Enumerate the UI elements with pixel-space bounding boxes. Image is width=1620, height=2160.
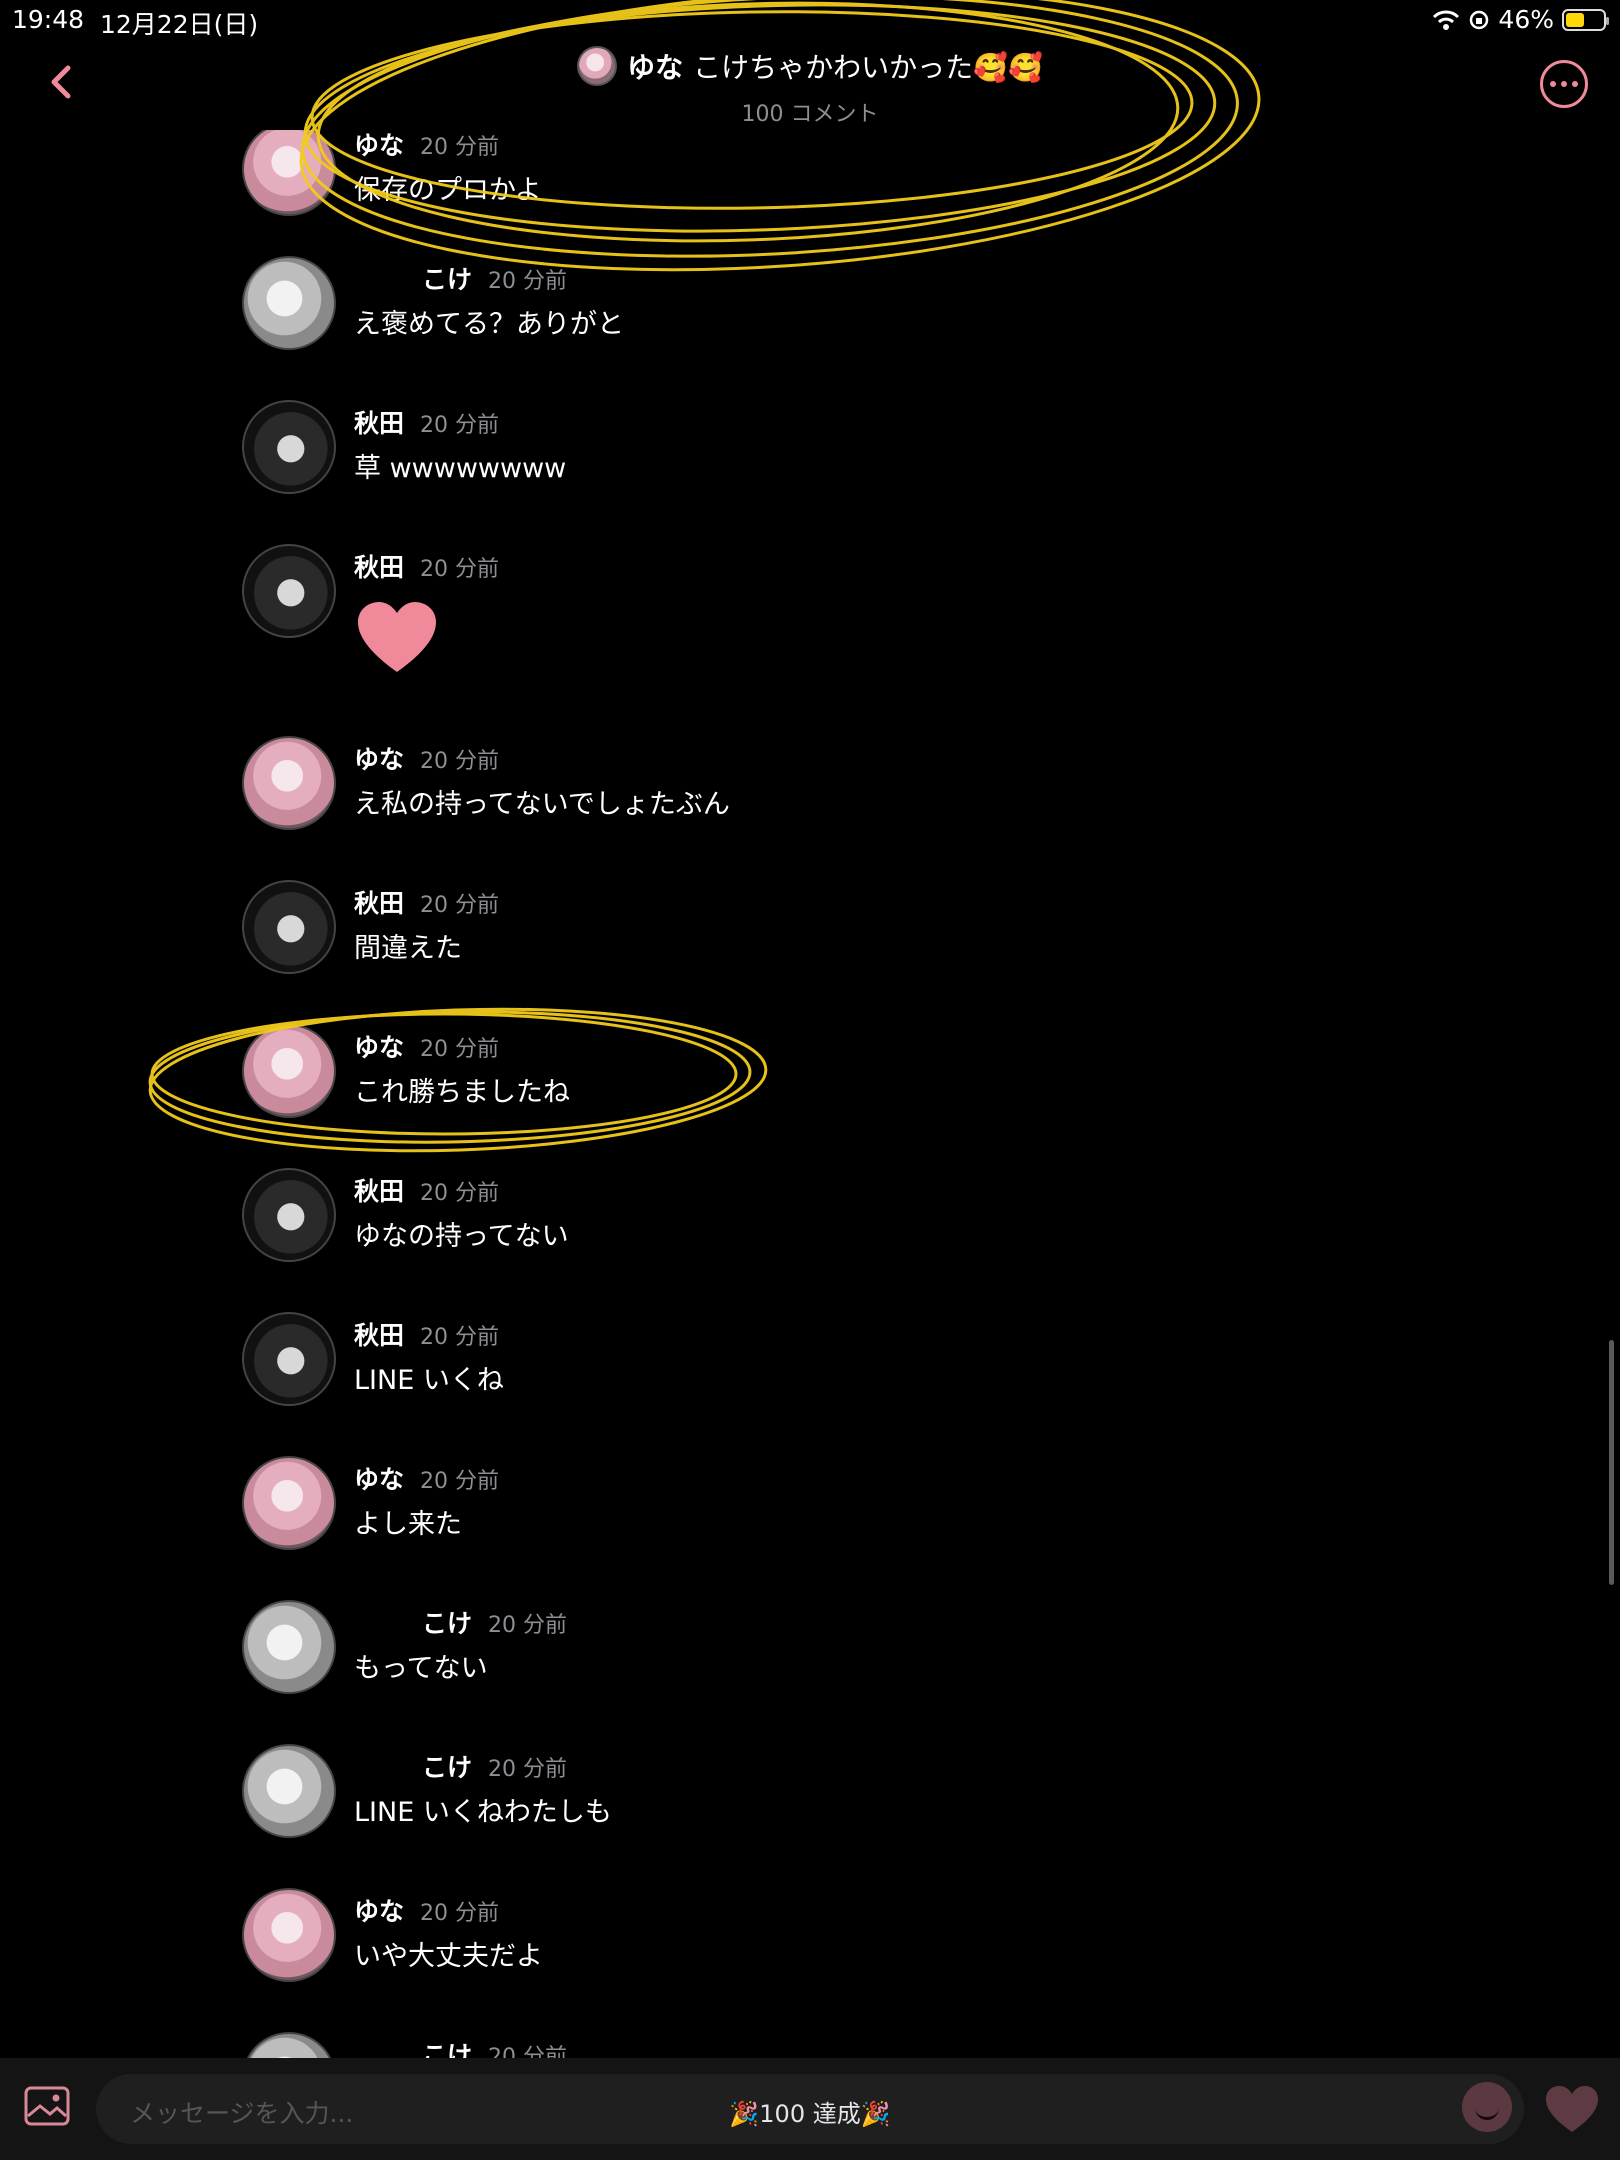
comment-time: 20 分前 xyxy=(420,893,500,918)
comment-list[interactable]: ゆな 20 分前 保存のプロかよ こけ 20 分前 え褒めてる？ありがと 秋田 20 … xyxy=(0,130,1620,2058)
comment-text: え私の持ってないでしょたぶん xyxy=(354,789,730,820)
battery-percent: 46% xyxy=(1498,5,1554,34)
user-avatar[interactable] xyxy=(242,1888,336,1982)
status-bar: 19:48 12月22日(日) 46% xyxy=(0,0,1620,40)
post-title: こけちゃかわいかった🥰🥰 xyxy=(693,51,1043,84)
battery-icon xyxy=(1562,8,1609,31)
comment-text: これ勝ちましたね xyxy=(354,1077,570,1108)
comment-text: もってない xyxy=(354,1653,488,1684)
message-input[interactable]: メッセージを入力... 🎉100 達成🎉 xyxy=(96,2074,1524,2144)
comment-user: 秋田 xyxy=(354,1321,405,1350)
user-avatar[interactable] xyxy=(242,1744,336,1838)
comment-text: ゆなの持ってない xyxy=(354,1221,569,1252)
user-avatar[interactable] xyxy=(242,736,336,830)
status-date: 12月22日(日) xyxy=(100,10,259,39)
comment-user: ゆな xyxy=(354,1033,405,1062)
comment-user: こけ xyxy=(422,1753,473,1782)
comment-text: 間違えた xyxy=(354,933,462,964)
comment-user: こけ xyxy=(422,2041,473,2058)
comment-text: 保存のプロかよ xyxy=(354,175,542,206)
achievement-banner: 🎉100 達成🎉 xyxy=(729,2100,891,2128)
user-avatar[interactable] xyxy=(242,1312,336,1406)
emoji-icon[interactable] xyxy=(1462,2082,1512,2132)
comment-time: 20 分前 xyxy=(420,135,500,160)
comment-time: 20 分前 xyxy=(420,1181,500,1206)
comment-time: 20 分前 xyxy=(420,1037,500,1062)
comment-user: 秋田 xyxy=(354,889,405,918)
comment-time: 20 分前 xyxy=(488,269,568,294)
comment-text: LINE いくね xyxy=(354,1365,504,1396)
heart-icon[interactable] xyxy=(1544,2086,1600,2134)
user-avatar[interactable] xyxy=(242,2032,336,2058)
comment-time: 20 分前 xyxy=(420,557,500,582)
more-icon xyxy=(1550,81,1556,87)
post-author: ゆな xyxy=(627,51,684,84)
comment-time: 20 分前 xyxy=(420,413,500,438)
comment-text: え褒めてる？ありがと xyxy=(354,309,624,340)
comment-time: 20 分前 xyxy=(488,1613,568,1638)
more-options-button[interactable] xyxy=(1540,60,1588,108)
comment-user: 秋田 xyxy=(354,1177,405,1206)
user-avatar[interactable] xyxy=(242,256,336,350)
user-avatar[interactable] xyxy=(242,880,336,974)
comment-user: 秋田 xyxy=(354,553,405,582)
comment-text: 草 wwwwwwww xyxy=(354,453,567,484)
author-avatar xyxy=(577,46,618,86)
comment-count: 100 コメント xyxy=(741,102,879,127)
comment-text: いや大丈夫だよ xyxy=(354,1941,543,1972)
comment-user: こけ xyxy=(422,265,473,294)
comment-user: ゆな xyxy=(354,131,405,160)
post-title-block: ゆな こけちゃかわいかった🥰🥰 100 コメント xyxy=(0,46,1620,128)
user-avatar[interactable] xyxy=(242,1456,336,1550)
comment-time: 20 分前 xyxy=(488,1757,568,1782)
comment-user: こけ xyxy=(422,1609,473,1638)
user-avatar[interactable] xyxy=(242,1024,336,1118)
wifi-icon xyxy=(1433,10,1460,30)
user-avatar[interactable] xyxy=(242,1168,336,1262)
user-avatar[interactable] xyxy=(242,544,336,638)
composer-bar: メッセージを入力... 🎉100 達成🎉 xyxy=(0,2058,1620,2160)
scrollbar[interactable] xyxy=(1609,1340,1614,1585)
comment-time: 20 分前 xyxy=(420,1325,500,1350)
comment-user: 秋田 xyxy=(354,409,405,438)
comment-time: 20 分前 xyxy=(488,2045,568,2058)
user-avatar[interactable] xyxy=(242,130,336,216)
post-header: ゆな こけちゃかわいかった🥰🥰 100 コメント xyxy=(0,40,1620,130)
image-icon[interactable] xyxy=(24,2086,70,2126)
comment-time: 20 分前 xyxy=(420,749,500,774)
comment-time: 20 分前 xyxy=(420,1469,500,1494)
comment-user: ゆな xyxy=(354,1897,405,1926)
user-avatar[interactable] xyxy=(242,400,336,494)
comment-text: よし来た xyxy=(354,1509,462,1540)
heart-sticker-icon xyxy=(358,602,436,672)
comment-text: LINE いくねわたしも xyxy=(354,1797,612,1828)
comment-user: ゆな xyxy=(354,745,405,774)
comment-time: 20 分前 xyxy=(420,1901,500,1926)
comment-user: ゆな xyxy=(354,1465,405,1494)
status-time: 19:48 xyxy=(12,5,85,34)
user-avatar[interactable] xyxy=(242,1600,336,1694)
rotation-lock-icon xyxy=(1470,10,1489,29)
status-right: 46% xyxy=(1432,5,1609,34)
